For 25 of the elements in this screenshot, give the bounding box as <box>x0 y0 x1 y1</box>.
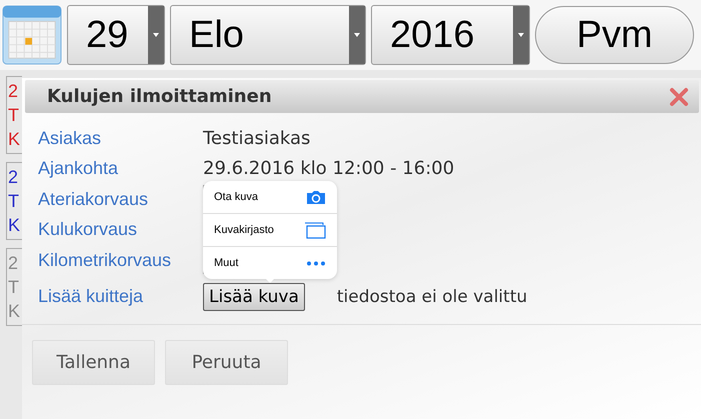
menu-item[interactable]: Ota kuva <box>203 181 337 214</box>
field-label: Asiakas <box>38 128 102 149</box>
field-value: 29.6.2016 klo 12:00 - 16:00 <box>203 158 454 180</box>
field-label: Kilometrikorvaus <box>38 250 172 271</box>
dialog-button[interactable]: Tallenna <box>32 340 155 385</box>
field-label: Lisää kuitteja <box>38 286 144 308</box>
year-select[interactable]: 2016 <box>371 5 530 65</box>
field-value: Testiasiakas <box>203 128 310 149</box>
more-icon <box>306 260 326 266</box>
menu-item[interactable]: Muut <box>203 247 337 279</box>
camera-icon <box>306 190 326 204</box>
field-label: Kulukorvaus <box>38 219 138 240</box>
calendar-icon[interactable] <box>2 5 62 65</box>
date-button[interactable]: Pvm <box>535 6 694 64</box>
file-status: tiedostoa ei ole valittu <box>336 286 528 307</box>
month-select[interactable]: Elo <box>170 5 366 65</box>
menu-item[interactable]: Kuvakirjasto <box>203 214 337 247</box>
close-icon[interactable] <box>669 86 689 106</box>
field-label: Ajankohta <box>38 158 120 180</box>
dialog-title: Kulujen ilmoittaminen <box>47 86 272 107</box>
photos-icon <box>304 222 326 238</box>
add-image-button[interactable]: Lisää kuva <box>203 282 305 311</box>
dialog-button[interactable]: Peruuta <box>165 340 288 385</box>
day-select[interactable]: 29 <box>67 5 165 65</box>
field-label: Ateriakorvaus <box>38 188 150 210</box>
